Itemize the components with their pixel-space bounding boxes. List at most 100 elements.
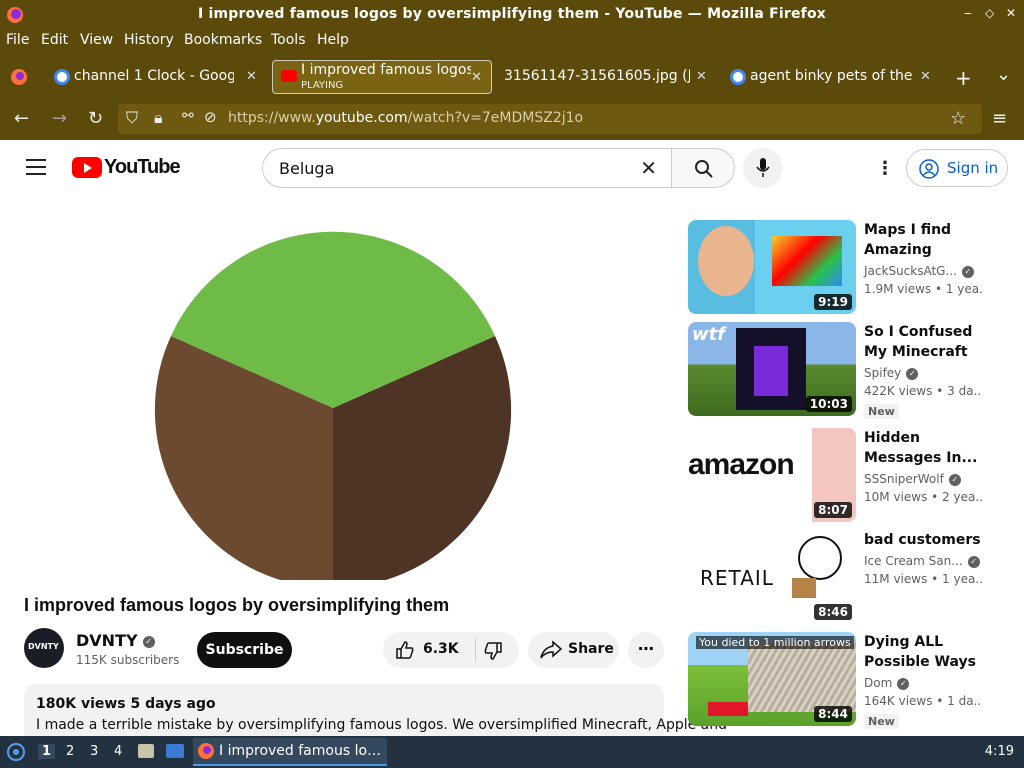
view-count: 422K views • 3 da... bbox=[864, 384, 982, 398]
like-dislike-group: 6.3K bbox=[383, 632, 519, 668]
description-text: I made a terrible mistake by oversimplif… bbox=[36, 717, 728, 733]
app-menu-icon[interactable]: ≡ bbox=[992, 108, 1007, 129]
duration-badge: 8:44 bbox=[814, 706, 852, 722]
sign-in-label: Sign in bbox=[947, 159, 999, 177]
thumbnail-text: wtf bbox=[692, 324, 726, 345]
verified-icon: ✓ bbox=[142, 635, 155, 648]
workspace-4[interactable]: 4 bbox=[114, 744, 122, 759]
channel-name-text: JackSucksAtG... bbox=[864, 264, 957, 278]
bookmark-star-icon[interactable]: ☆ bbox=[950, 108, 966, 129]
channel-name: Ice Cream San... ✓ bbox=[864, 554, 980, 568]
youtube-page: YouTube Beluga ✕ ⋮ Sign in I improved fa… bbox=[0, 140, 1024, 736]
video-title: Maps I find Amazing bbox=[864, 222, 952, 258]
share-button[interactable]: Share bbox=[528, 632, 619, 668]
new-tab-icon[interactable]: + bbox=[955, 66, 972, 90]
video-thumbnail[interactable]: amazon 8:07 bbox=[688, 428, 856, 522]
video-thumbnail[interactable]: RETAIL 8:46 bbox=[688, 530, 856, 624]
video-thumbnail[interactable]: You died to 1 million arrows 8:44 bbox=[688, 632, 856, 726]
description-box[interactable]: 180K views 5 days ago I made a terrible … bbox=[24, 684, 727, 736]
share-icon bbox=[540, 640, 562, 659]
channel-name: JackSucksAtG... ✓ bbox=[864, 264, 974, 278]
forward-icon[interactable]: → bbox=[52, 108, 67, 129]
tab-playing-label: PLAYING bbox=[301, 80, 344, 91]
more-actions-icon[interactable]: ⋯ bbox=[628, 632, 664, 668]
video-player[interactable] bbox=[0, 196, 665, 580]
map-thumbnail bbox=[772, 236, 842, 286]
subscribe-button[interactable]: Subscribe bbox=[197, 632, 292, 668]
recommended-video[interactable]: amazon 8:07 Hidden Messages In... SSSnip… bbox=[688, 428, 988, 524]
channel-name-text: Ice Cream San... bbox=[864, 554, 963, 568]
menu-edit[interactable]: Edit bbox=[41, 32, 68, 48]
search-button[interactable] bbox=[671, 148, 735, 188]
microphone-icon bbox=[756, 158, 770, 177]
video-title: I improved famous logos by oversimplifyi… bbox=[24, 595, 450, 615]
menu-bar: File Edit View History Bookmarks Tools H… bbox=[0, 30, 1024, 52]
channel-name-text: DVNTY bbox=[76, 631, 138, 650]
start-menu-icon[interactable] bbox=[6, 742, 26, 762]
shield-icon[interactable]: ⛉ bbox=[126, 108, 138, 128]
tab-google-binky[interactable]: agent binky pets of the u ✕ bbox=[722, 60, 942, 94]
settings-more-icon[interactable]: ⋮ bbox=[876, 158, 894, 179]
channel-name[interactable]: DVNTY ✓ bbox=[76, 631, 155, 650]
menu-icon[interactable] bbox=[26, 159, 46, 175]
tab-close-icon[interactable]: ✕ bbox=[696, 69, 707, 84]
tab-bar: channel 1 Clock - Google ✕ I improved fa… bbox=[0, 52, 1024, 100]
tab-label: agent binky pets of the u bbox=[750, 68, 918, 84]
recommended-video[interactable]: RETAIL 8:46 bad customers Ice Cream San.… bbox=[688, 530, 988, 626]
menu-bookmarks[interactable]: Bookmarks bbox=[184, 32, 262, 48]
subscriber-count: 115K subscribers bbox=[76, 653, 180, 667]
channel-name: Dom ✓ bbox=[864, 676, 910, 690]
firefox-view-icon[interactable] bbox=[10, 68, 28, 86]
workspace-3[interactable]: 3 bbox=[90, 744, 98, 759]
verified-icon: ✓ bbox=[967, 555, 980, 568]
clear-search-icon[interactable]: ✕ bbox=[640, 156, 657, 180]
dislike-icon[interactable] bbox=[483, 641, 503, 661]
workspace-1[interactable]: 1 bbox=[38, 744, 56, 759]
permissions-icon[interactable]: ⚯ bbox=[182, 108, 194, 124]
face-thumbnail bbox=[698, 226, 754, 296]
recommended-video[interactable]: wtf 10:03 So I Confused My Minecraft Liv… bbox=[688, 322, 988, 419]
menu-tools[interactable]: Tools bbox=[271, 32, 306, 48]
like-divider bbox=[475, 638, 476, 662]
recommended-video[interactable]: 9:19 Maps I find Amazing JackSucksAtG...… bbox=[688, 220, 988, 316]
tab-google-clock[interactable]: channel 1 Clock - Google ✕ bbox=[46, 60, 264, 94]
youtube-logo-icon[interactable] bbox=[72, 157, 102, 178]
cartoon-thumbnail bbox=[798, 536, 842, 580]
menu-history[interactable]: History bbox=[124, 32, 174, 48]
recommended-video[interactable]: You died to 1 million arrows 8:44 Dying … bbox=[688, 632, 988, 729]
menu-help[interactable]: Help bbox=[317, 32, 349, 48]
workspace-2[interactable]: 2 bbox=[66, 744, 74, 759]
like-icon[interactable] bbox=[395, 640, 415, 660]
tab-close-icon[interactable]: ✕ bbox=[471, 70, 482, 85]
url-bar[interactable]: ⛉ 🔒︎ ⚯ ⊘ https://www.youtube.com/watch?v… bbox=[118, 104, 982, 134]
tracking-off-icon[interactable]: ⊘ bbox=[204, 108, 217, 126]
minimize-icon[interactable]: ‒ bbox=[964, 6, 972, 20]
video-thumbnail[interactable]: 9:19 bbox=[688, 220, 856, 314]
verified-icon: ✓ bbox=[906, 367, 919, 380]
tab-jpg[interactable]: 31561147-31561605.jpg (JP ✕ bbox=[496, 60, 718, 94]
share-label: Share bbox=[568, 641, 614, 657]
menu-file[interactable]: File bbox=[6, 32, 29, 48]
close-icon[interactable]: ✕ bbox=[1006, 6, 1016, 20]
search-input[interactable]: Beluga ✕ bbox=[262, 148, 672, 188]
taskbar-firefox-window[interactable]: I improved famous lo… bbox=[193, 738, 387, 766]
tab-youtube[interactable]: I improved famous logos PLAYING ✕ bbox=[272, 60, 492, 94]
maximize-icon[interactable]: ◇ bbox=[985, 6, 994, 20]
file-manager-icon[interactable] bbox=[138, 744, 154, 758]
reload-icon[interactable]: ↻ bbox=[88, 108, 103, 129]
youtube-logo-text[interactable]: YouTube bbox=[104, 156, 181, 179]
menu-view[interactable]: View bbox=[80, 32, 113, 48]
duration-badge: 9:19 bbox=[814, 294, 852, 310]
lock-icon[interactable]: 🔒︎ bbox=[154, 108, 163, 128]
view-count: 11M views • 1 yea... bbox=[864, 572, 982, 586]
tab-close-icon[interactable]: ✕ bbox=[246, 69, 257, 84]
channel-avatar[interactable]: DVNTY bbox=[24, 628, 64, 668]
sign-in-button[interactable]: Sign in bbox=[906, 149, 1008, 187]
tab-close-icon[interactable]: ✕ bbox=[920, 69, 931, 84]
tab-list-icon[interactable]: ⌄ bbox=[996, 64, 1011, 85]
video-thumbnail[interactable]: wtf 10:03 bbox=[688, 322, 856, 416]
portal-inner-thumbnail bbox=[754, 346, 788, 396]
back-icon[interactable]: ← bbox=[14, 108, 29, 129]
desktop-icon[interactable] bbox=[166, 744, 184, 758]
voice-search-button[interactable] bbox=[743, 148, 783, 188]
